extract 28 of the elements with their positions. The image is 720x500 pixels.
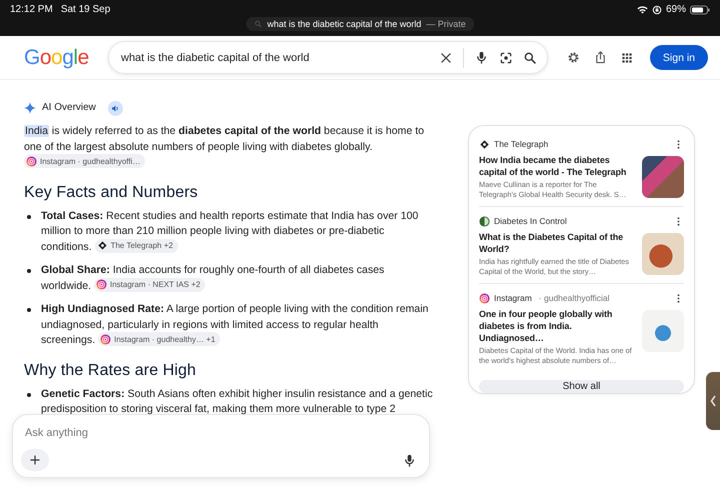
- source-chip[interactable]: The Telegraph +2: [94, 238, 178, 253]
- site-name: Diabetes In Control: [494, 216, 567, 226]
- show-all-button[interactable]: Show all: [479, 380, 684, 393]
- result-title[interactable]: What is the Diabetes Capital of the World?: [479, 231, 634, 255]
- section-heading: Key Facts and Numbers: [24, 182, 199, 202]
- source-chip[interactable]: Instagram · gudhealthyoffi…: [24, 154, 146, 168]
- site-name: Instagram: [494, 293, 532, 303]
- site-handle: · gudhealthyofficial: [538, 293, 610, 303]
- bullet-text: Genetic Factors: South Asians often exhibit higher insulin resistance and a genetic predisposition to storing visceral fat, making them more vulnerable to type 2: [41, 386, 434, 417]
- result-title[interactable]: How India became the diabetes capital of the world - The Telegraph: [479, 154, 634, 178]
- url-pill[interactable]: what is the diabetic capital of the world — Private: [246, 17, 474, 31]
- ai-overview-label: AI Overview: [42, 101, 96, 116]
- search-input[interactable]: what is the diabetic capital of the world: [121, 52, 429, 64]
- bullet-text: Global Share: India accounts for roughly one-fourth of all diabetes cases worldwide. Instagram · NEXT IAS +2: [41, 263, 386, 294]
- section-heading: Why the Rates are High: [24, 360, 198, 380]
- intro-paragraph: India is widely referred to as the diabetes capital of the world because it is home to one of the largest absolute numbers of people living with diabetes globally. Instagram · gudhealthyoffi…: [24, 124, 434, 170]
- google-logo[interactable]: Google: [24, 46, 108, 70]
- bullet-text: High Undiagnosed Rate: A large portion of people living with the condition remain undiagnosed, particularly in regions with limited access to regular health screenings. Instagram · gudhealthy… +1: [41, 302, 430, 348]
- clock-time: 12:12 PM: [10, 4, 53, 15]
- sign-in-button[interactable]: Sign in: [650, 45, 708, 70]
- bullet-text: Total Cases: Recent studies and health reports estimate that India has over 100 million to more than 210 million people living with diabetes or pre-diabetic conditions. The Telegraph +2: [41, 208, 420, 255]
- result-title[interactable]: One in four people globally with diabetes is from India. Undiagnosed…: [479, 308, 634, 344]
- date-text: Sat 19 Sep: [60, 4, 110, 15]
- source-chip[interactable]: Instagram · NEXT IAS +2: [94, 278, 206, 292]
- source-chip[interactable]: Instagram · gudhealthy… +1: [98, 332, 220, 346]
- search-bar[interactable]: what is the diabetic capital of the world: [108, 41, 548, 74]
- battery-percent: 69%: [666, 4, 686, 15]
- site-name: The Telegraph: [494, 139, 548, 149]
